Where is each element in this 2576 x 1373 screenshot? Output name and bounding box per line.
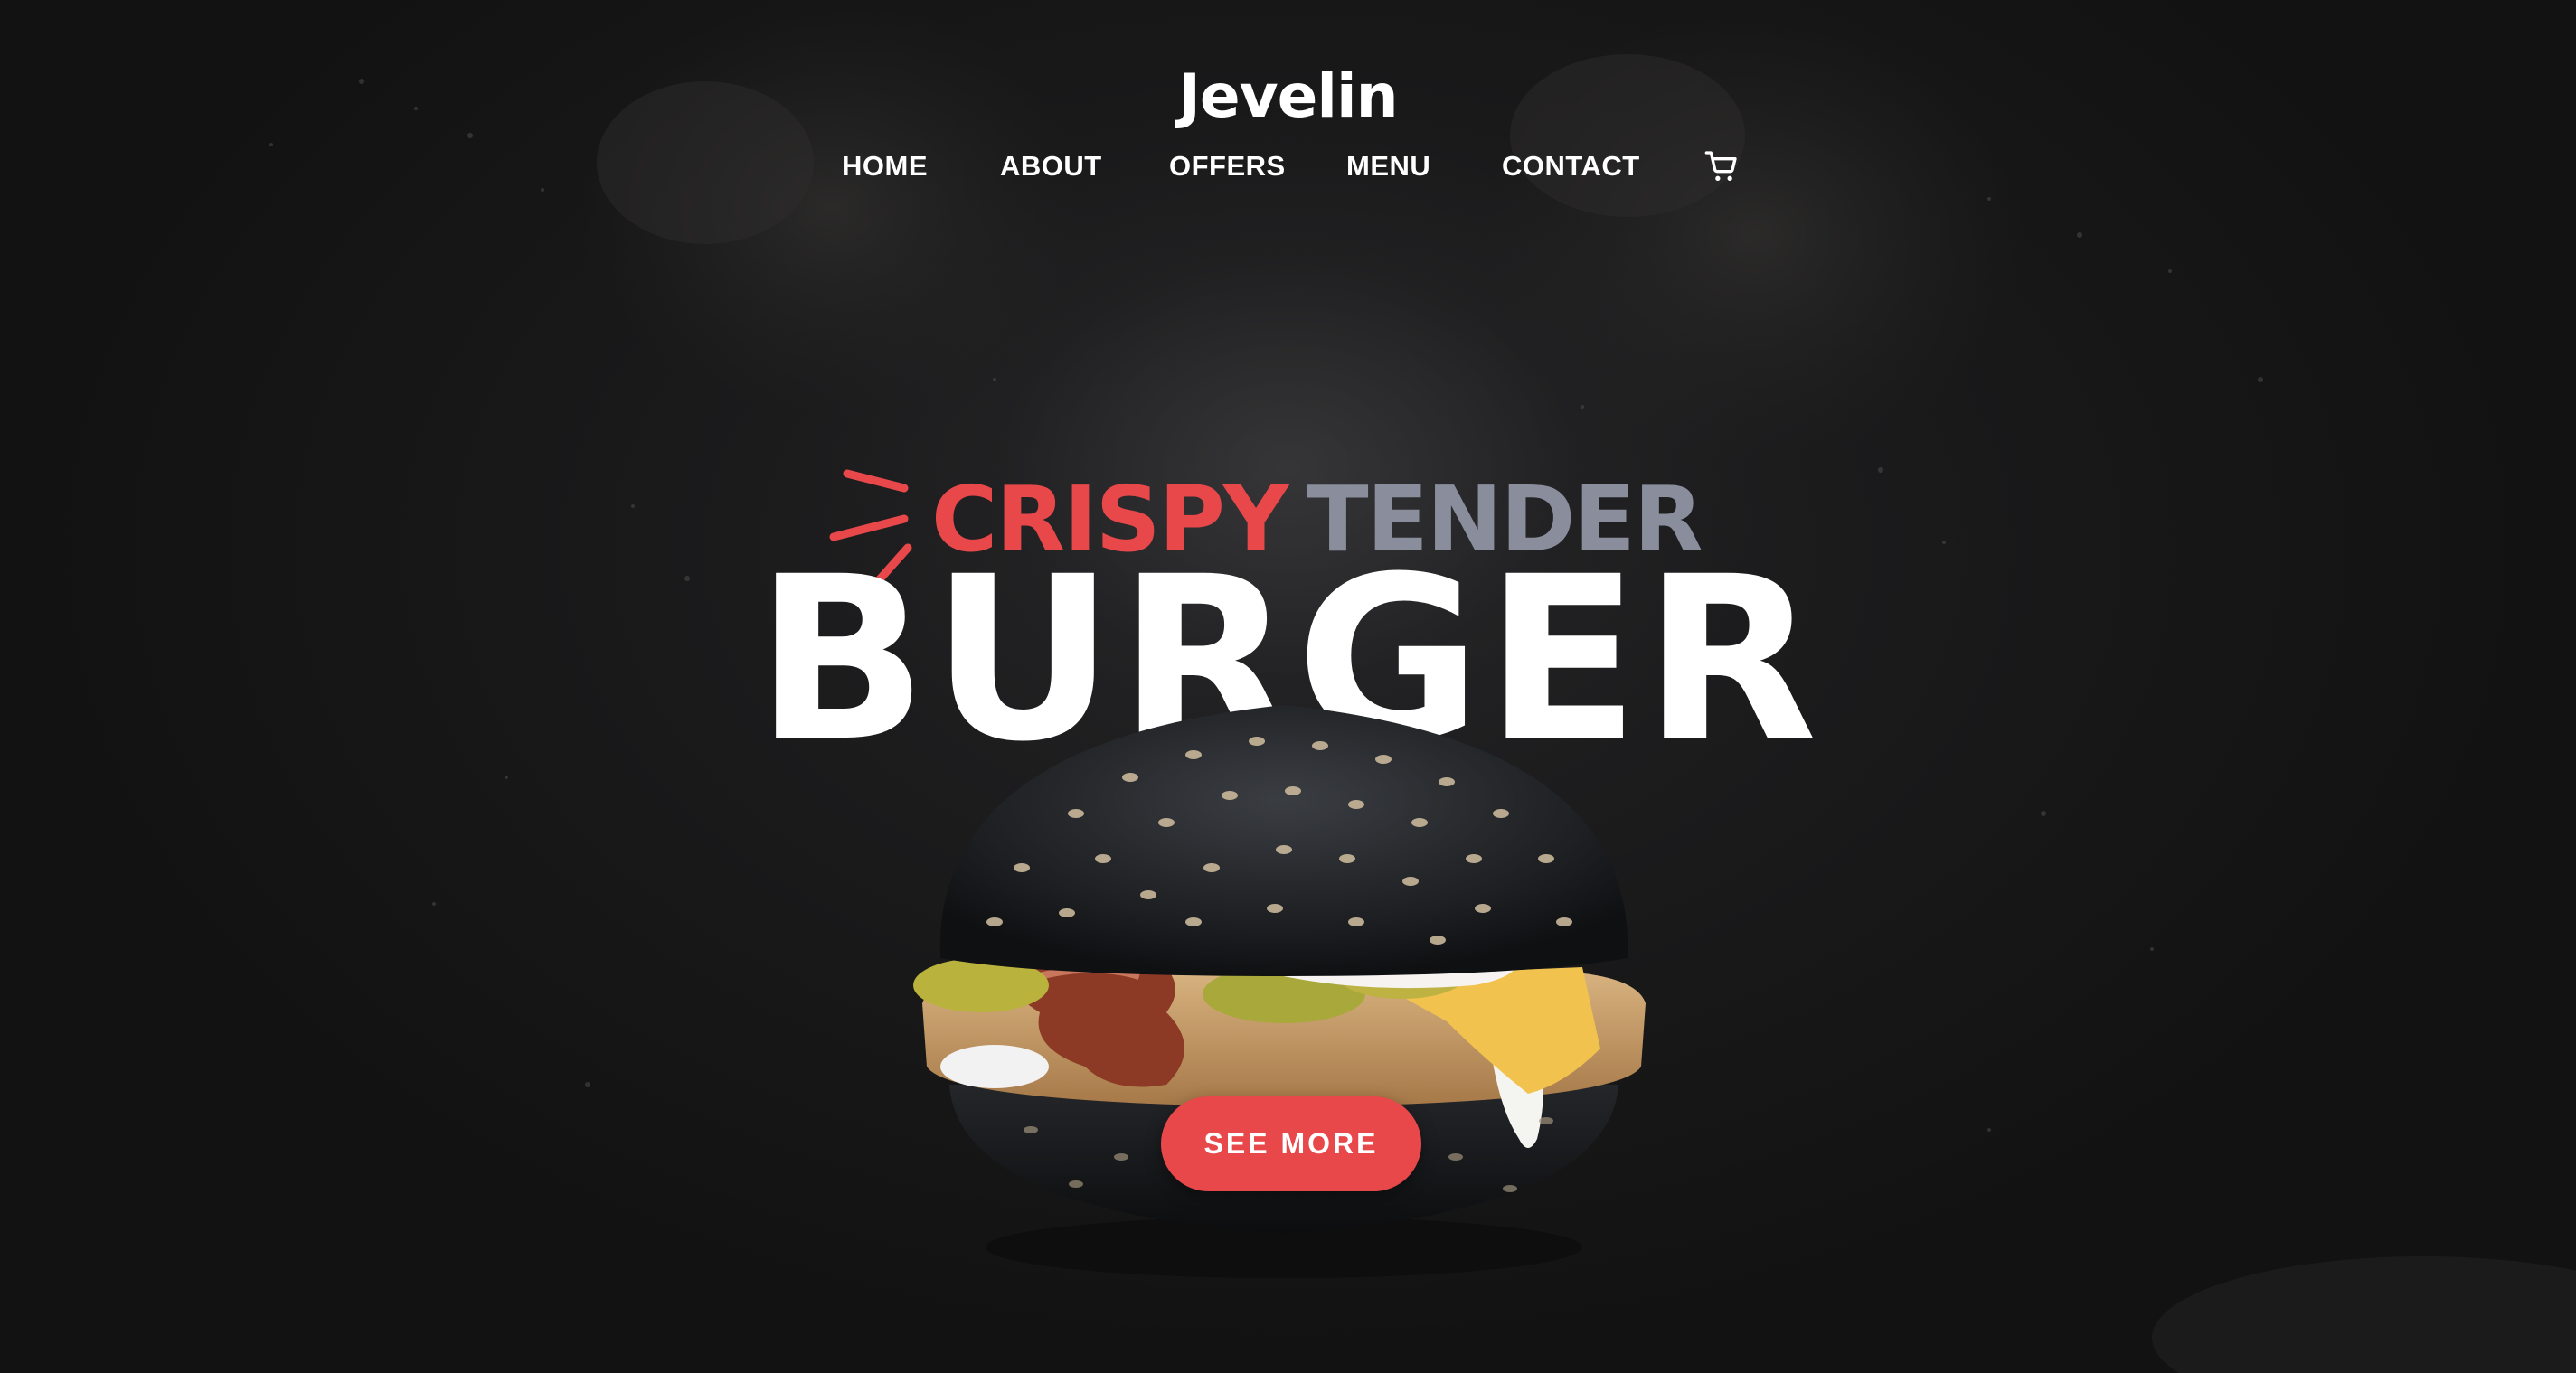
see-more-button[interactable]: SEE MORE (1161, 1096, 1421, 1191)
hero-page: Jevelin HOME ABOUT OFFERS MENU CONTACT C… (0, 0, 2576, 1373)
burger-image (913, 705, 1646, 1278)
shopping-cart-icon[interactable] (1703, 148, 1740, 184)
nav-item-contact[interactable]: CONTACT (1502, 150, 1640, 183)
brand-logo[interactable]: Jevelin (0, 61, 2576, 131)
nav-item-home[interactable]: HOME (842, 150, 928, 183)
nav-item-about[interactable]: ABOUT (1000, 150, 1102, 183)
nav-item-menu[interactable]: MENU (1346, 150, 1430, 183)
nav-item-offers[interactable]: OFFERS (1169, 150, 1286, 183)
